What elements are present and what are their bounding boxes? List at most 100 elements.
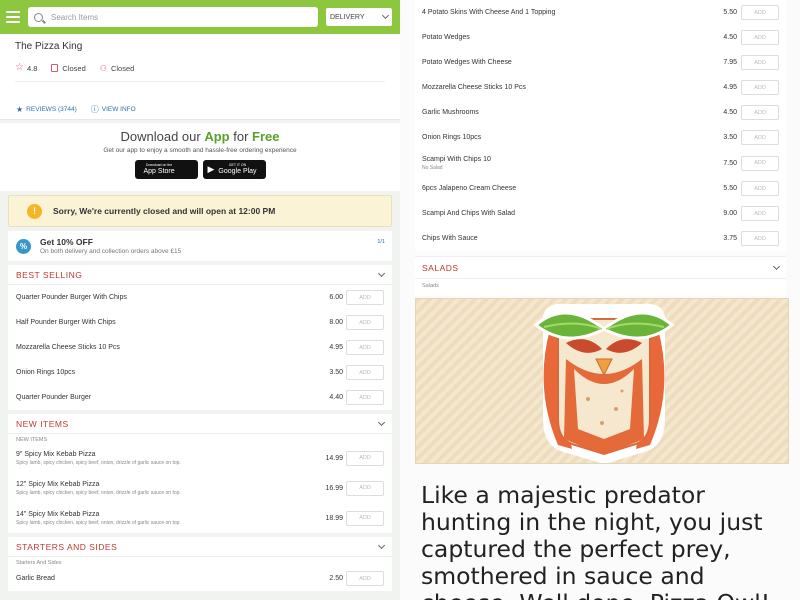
add-button[interactable]: ADD [346,571,384,586]
restaurant-info: The Pizza King ☆ 4.8 Closed ⚇ Closed [0,34,400,100]
overlay-background [400,298,415,600]
google-play-label: Google Play [218,167,257,175]
item-price: 9.00 [723,210,737,217]
section-title: SALADS [422,262,459,273]
item-price: 7.50 [723,159,737,167]
delivery-status-text: Closed [62,63,86,73]
rating-value: 4.8 [26,63,38,73]
item-name: Quarter Pounder Burger With Chips [16,294,127,301]
best-selling-header[interactable]: BEST SELLING [8,265,392,285]
order-mode-select[interactable]: DELIVERY [326,8,392,26]
add-button[interactable]: ADD [741,55,779,70]
menu-item: Garlic Bread 2.50 ADD [8,566,392,591]
add-button[interactable]: ADD [346,450,384,466]
starters-list-continued: 4 Potato Skins With Cheese And 1 Topping… [415,0,786,251]
add-button[interactable]: ADD [741,105,779,120]
search-icon [34,12,43,22]
item-name: Chips With Sauce [422,235,478,242]
item-name: Half Pounder Burger With Chips [16,319,116,326]
delivery-status: Closed [51,63,86,73]
item-name: Mozzarella Cheese Sticks 10 Pcs [16,344,120,351]
add-button[interactable]: ADD [741,130,779,145]
restaurant-meta: ☆ 4.8 Closed ⚇ Closed [15,63,385,73]
item-name: 14" Spicy Mix Kebab Pizza [16,510,100,518]
add-button[interactable]: ADD [741,30,779,45]
menu-item: Chips With Sauce 3.75 ADD [415,226,786,251]
add-button[interactable]: ADD [346,290,384,305]
item-description: Spicy lamb, spicy chicken, spicy beef, o… [16,519,181,526]
bag-icon [51,64,59,72]
view-info-link[interactable]: ⓘ VIEW INFO [91,104,136,115]
add-button[interactable]: ADD [741,80,779,95]
info-links: ★ REVIEWS (3744) ⓘ VIEW INFO [0,100,400,120]
item-description: No Salad [422,164,443,171]
item-price: 5.50 [723,185,737,192]
menu-item: Quarter Pounder Burger 4.40 ADD [8,385,392,410]
closed-notice: ! Sorry, We're currently closed and will… [8,195,392,227]
reviews-link[interactable]: ★ REVIEWS (3744) [16,105,77,114]
chevron-down-icon [377,269,386,277]
item-price: 4.95 [723,84,737,91]
item-price: 14.99 [325,454,343,462]
offer-card[interactable]: % Get 10% OFF On both delivery and colle… [8,231,392,261]
add-button[interactable]: ADD [741,231,779,246]
menu-item: Mozzarella Cheese Sticks 10 Pcs 4.95 ADD [8,335,392,360]
item-name: Garlic Mushrooms [422,109,479,116]
warning-icon: ! [27,203,42,219]
menu-item: Quarter Pounder Burger With Chips 6.00 ADD [8,285,392,310]
menu-item: Garlic Mushrooms 4.50 ADD [415,100,786,125]
new-items-header[interactable]: NEW ITEMS [8,414,392,434]
add-button[interactable]: ADD [346,390,384,405]
add-button[interactable]: ADD [346,340,384,355]
section-title: BEST SELLING [16,269,83,280]
add-button[interactable]: ADD [741,5,779,20]
item-name: Garlic Bread [16,575,55,582]
add-button[interactable]: ADD [346,480,384,496]
section-subtitle: Starters And Sides [16,560,62,566]
add-button[interactable]: ADD [741,181,779,196]
item-description: Spicy lamb, spicy chicken, spicy beef, o… [16,459,181,466]
add-button[interactable]: ADD [741,155,779,171]
starters-header[interactable]: STARTERS AND SIDES [8,537,392,557]
app-title-prefix: Download our [120,129,205,144]
offer-subtitle: On both delivery and collection orders a… [40,248,182,255]
closed-notice-text: Sorry, We're currently closed and will o… [53,206,276,216]
item-name: Quarter Pounder Burger [16,394,92,401]
google-play-button[interactable]: ▶ GET IT ON Google Play [202,160,266,179]
offer-count: 1/1 [377,239,385,245]
menu-item: 14" Spicy Mix Kebab Pizza Spicy lamb, spi… [8,503,392,533]
item-price: 3.75 [723,235,737,242]
search-input[interactable] [51,12,312,22]
restaurant-menu-page: DELIVERY The Pizza King ☆4.8 Closed ⚇Clo… [0,0,400,600]
add-button[interactable]: ADD [346,365,384,380]
hamburger-menu-icon[interactable] [6,11,20,23]
item-description: Spicy lamb, spicy chicken, spicy beef, o… [16,489,181,496]
salads-section: SALADS Salads [415,256,786,296]
app-title-app: App [204,129,230,144]
add-button[interactable]: ADD [346,510,384,526]
menu-item: 9" Spicy Mix Kebab Pizza Spicy lamb, spic… [8,443,392,473]
item-price: 6.00 [329,294,343,301]
owl-caption: Like a majestic predator hunting in the … [421,481,770,600]
add-button[interactable]: ADD [346,315,384,330]
salads-header[interactable]: SALADS [415,257,786,279]
chevron-down-icon [377,541,386,549]
item-name: 6pcs Jalapeno Cream Cheese [422,185,517,192]
app-store-button[interactable]: Download on the App Store [134,160,198,179]
star-icon: ☆ [15,62,24,73]
item-price: 7.95 [723,59,737,66]
menu-item: Onion Rings 10pcs 3.50 ADD [8,360,392,385]
offer-title: Get 10% OFF [40,237,93,247]
search-box[interactable] [28,7,318,27]
item-name: Scampi With Chips 10 [422,155,491,163]
menu-item: Potato Wedges With Cheese 7.95 ADD [415,50,786,75]
add-button[interactable]: ADD [741,206,779,221]
item-name: Onion Rings 10pcs [422,134,482,141]
collection-status-text: Closed [110,63,135,73]
app-title-free: Free [252,129,280,144]
menu-item: Onion Rings 10pcs 3.50 ADD [415,125,786,150]
view-info-label: VIEW INFO [101,106,136,113]
item-name: Mozzarella Cheese Sticks 10 Pcs [422,84,526,91]
menu-item: Scampi And Chips With Salad 9.00 ADD [415,201,786,226]
starters-section: STARTERS AND SIDES Starters And Sides Ga… [8,537,392,591]
